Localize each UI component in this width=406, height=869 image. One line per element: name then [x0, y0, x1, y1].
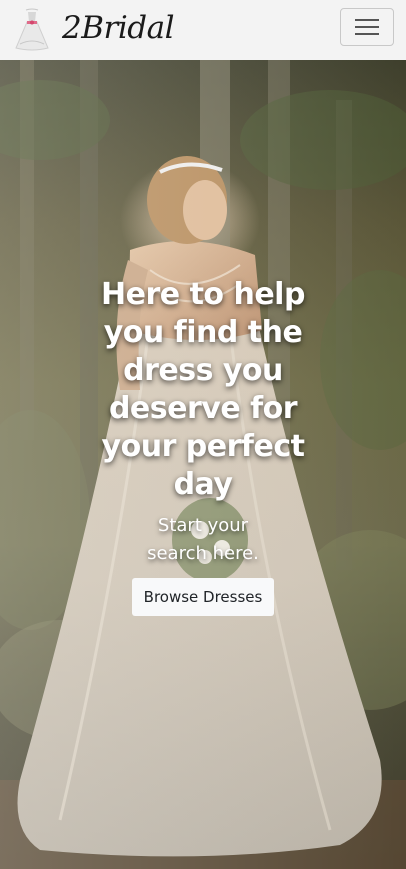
- wedding-dress-icon: [15, 8, 49, 51]
- hamburger-menu-icon: [355, 19, 379, 35]
- browse-dresses-button[interactable]: Browse Dresses: [131, 578, 275, 616]
- hero-section: Here to help you find the dress you dese…: [0, 60, 406, 869]
- hero-content: Here to help you find the dress you dese…: [20, 276, 386, 616]
- brand-name: 2Bridal: [62, 10, 174, 46]
- menu-toggle-button[interactable]: [340, 8, 394, 46]
- hero-headline: Here to help you find the dress you dese…: [101, 277, 305, 502]
- hero-subtitle: Start your search here.: [147, 515, 259, 564]
- navbar: 2Bridal: [0, 0, 406, 60]
